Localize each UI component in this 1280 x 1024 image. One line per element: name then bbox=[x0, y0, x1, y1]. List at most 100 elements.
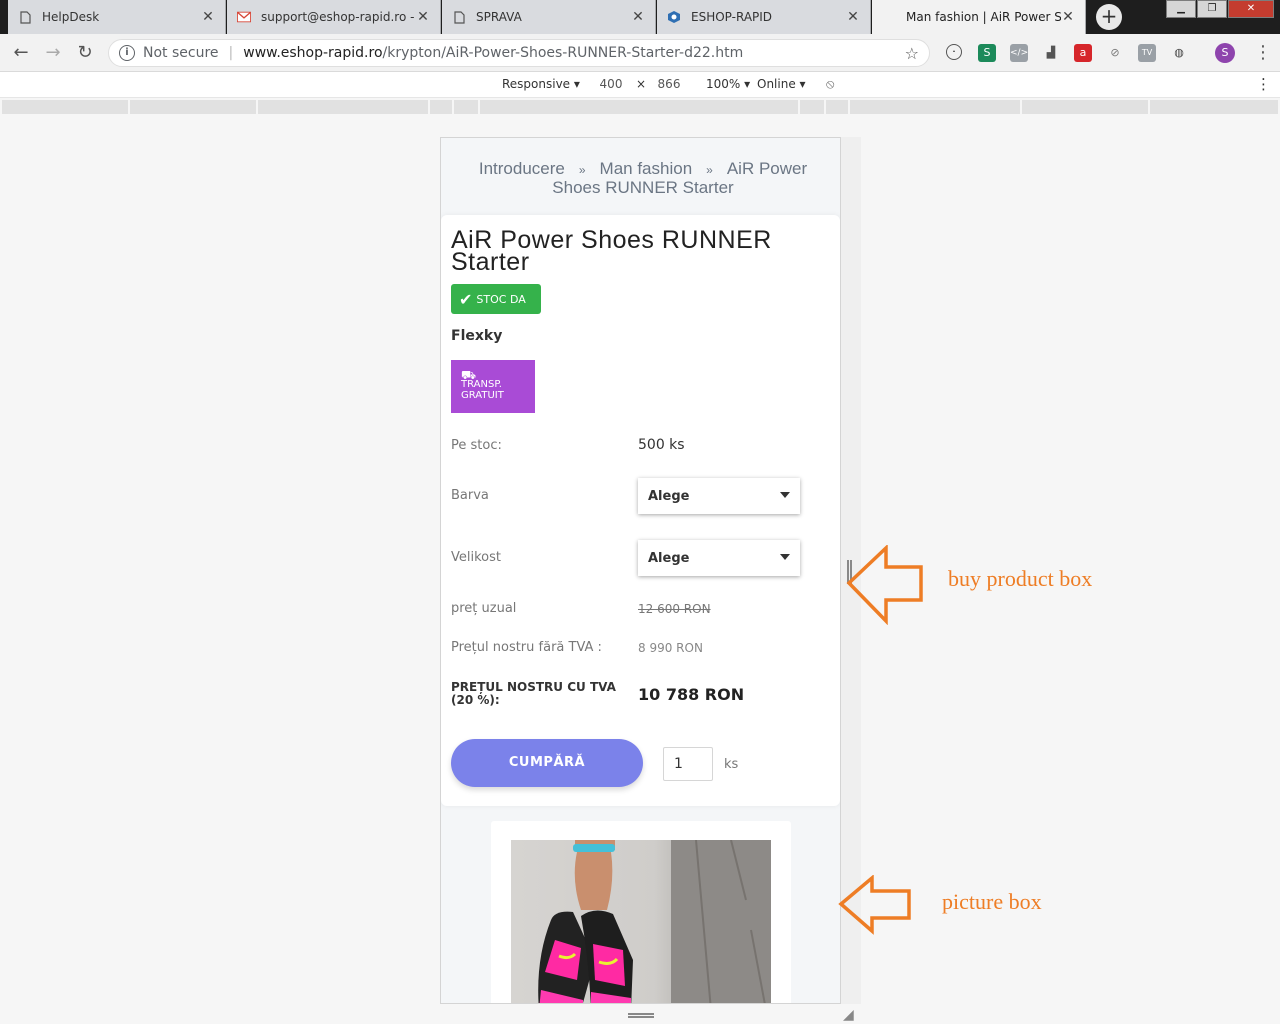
media-query-segment[interactable] bbox=[454, 100, 478, 114]
media-query-segment[interactable] bbox=[800, 100, 824, 114]
usual-price-value: 12 600 RON bbox=[638, 602, 711, 616]
info-icon[interactable]: i bbox=[119, 45, 135, 61]
color-select-value: Alege bbox=[648, 488, 690, 504]
page-icon bbox=[452, 10, 466, 24]
free-shipping-badge: ⛟ TRANSP. GRATUIT bbox=[451, 360, 535, 413]
arrow-left-icon bbox=[838, 875, 911, 935]
media-query-segment[interactable] bbox=[1150, 100, 1278, 114]
extension-icon[interactable]: · bbox=[946, 44, 962, 60]
restore-icon[interactable]: ❐ bbox=[1197, 0, 1227, 18]
tab-eshop-rapid[interactable]: ESHOP-RAPID ✕ bbox=[657, 0, 871, 34]
resize-handle-corner[interactable]: ◢ bbox=[843, 1007, 854, 1023]
annotation-buy-box: buy product box bbox=[948, 566, 1093, 591]
price-vat-label: PREȚUL NOSTRU CU TVA (20 %): bbox=[451, 680, 616, 707]
tab-product-active[interactable]: Man fashion | AiR Power Sho ✕ bbox=[872, 0, 1086, 34]
dimension-times: × bbox=[636, 77, 647, 91]
product-title: AiR Power Shoes RUNNER Starter bbox=[451, 226, 772, 276]
buy-product-box: AiR Power Shoes RUNNER Starter ✔ STOC DA… bbox=[441, 215, 840, 806]
address-bar[interactable]: i Not secure | www.eshop-rapid.ro/krypto… bbox=[108, 39, 930, 67]
resize-handle-bottom[interactable] bbox=[628, 1013, 654, 1018]
close-icon[interactable]: ✕ bbox=[416, 9, 430, 25]
product-photo[interactable] bbox=[511, 840, 771, 1003]
extension-s-icon[interactable]: S bbox=[978, 44, 996, 62]
tab-gmail[interactable]: support@eshop-rapid.ro - M ✕ bbox=[227, 0, 441, 34]
brand-link[interactable]: Flexky bbox=[451, 328, 502, 344]
stock-label: Pe stoc: bbox=[451, 438, 502, 453]
back-arrow-icon[interactable]: ← bbox=[10, 42, 32, 64]
more-options-icon[interactable]: ⋮ bbox=[1256, 75, 1271, 93]
breadcrumb-home[interactable]: Introducere bbox=[479, 159, 565, 178]
tab-label: support@eshop-rapid.ro - M bbox=[261, 10, 416, 24]
width-input[interactable]: 400 bbox=[591, 75, 631, 94]
quantity-input[interactable]: 1 bbox=[663, 747, 713, 781]
gmail-icon bbox=[237, 10, 251, 24]
tv-icon[interactable]: TV bbox=[1138, 44, 1156, 62]
media-query-segment[interactable] bbox=[130, 100, 256, 114]
color-label: Barva bbox=[451, 488, 489, 503]
security-label: Not secure bbox=[143, 45, 219, 61]
price-no-vat-value: 8 990 RON bbox=[638, 641, 703, 655]
height-input[interactable]: 866 bbox=[649, 75, 689, 94]
media-query-segment[interactable] bbox=[2, 100, 128, 114]
annotation-picture-box: picture box bbox=[942, 889, 1042, 914]
avatar[interactable]: S bbox=[1215, 43, 1235, 63]
tab-label: HelpDesk bbox=[42, 10, 100, 24]
tab-helpdesk[interactable]: HelpDesk ✕ bbox=[8, 0, 226, 34]
shipping-line-1: TRANSP. bbox=[461, 379, 502, 390]
puzzle-icon[interactable]: ▟ bbox=[1042, 44, 1060, 62]
bookmark-star-icon[interactable]: ☆ bbox=[905, 44, 919, 63]
url-host: www.eshop-rapid.ro bbox=[243, 45, 383, 61]
close-icon[interactable]: ✕ bbox=[201, 9, 215, 25]
tab-sprava[interactable]: SPRAVA ✕ bbox=[442, 0, 656, 34]
globe-off-icon[interactable]: ⊘ bbox=[1106, 44, 1124, 62]
media-query-segment[interactable] bbox=[430, 100, 452, 114]
size-select[interactable]: Alege bbox=[638, 540, 800, 576]
close-icon[interactable]: ✕ bbox=[1061, 9, 1075, 25]
tab-strip: HelpDesk ✕ support@eshop-rapid.ro - M ✕ … bbox=[0, 0, 1280, 34]
reload-icon[interactable]: ↻ bbox=[74, 42, 96, 64]
checkmark-icon: ✔ bbox=[459, 289, 473, 309]
price-no-vat-label: Prețul nostru fără TVA : bbox=[451, 640, 602, 655]
device-select[interactable]: Responsive ▾ bbox=[502, 77, 580, 91]
picture-box bbox=[491, 821, 791, 1003]
breadcrumb-category[interactable]: Man fashion bbox=[600, 159, 693, 178]
close-icon[interactable]: ✕ bbox=[631, 9, 645, 25]
extension-b-icon[interactable]: a bbox=[1074, 44, 1092, 62]
minimize-icon[interactable]: ▁ bbox=[1166, 0, 1196, 18]
forward-arrow-icon[interactable]: → bbox=[42, 42, 64, 64]
buy-button[interactable]: CUMPĂRĂ bbox=[451, 739, 643, 787]
network-select[interactable]: Online ▾ bbox=[757, 77, 806, 91]
media-query-bar[interactable] bbox=[0, 98, 1280, 116]
shoe-photo-illustration bbox=[538, 840, 771, 1003]
chevron-down-icon bbox=[780, 492, 790, 498]
browser-toolbar: ← → ↻ i Not secure | www.eshop-rapid.ro /… bbox=[0, 34, 1280, 72]
responsive-viewport: Introducere » Man fashion » AiR Power Shoes … bbox=[440, 137, 841, 1004]
media-query-segment[interactable] bbox=[258, 100, 428, 114]
close-window-icon[interactable]: ✕ bbox=[1228, 0, 1274, 18]
quantity-unit: ks bbox=[724, 757, 739, 772]
media-query-segment[interactable] bbox=[480, 100, 798, 114]
zoom-select[interactable]: 100% ▾ bbox=[706, 77, 750, 91]
window-controls: ▁ ❐ ✕ bbox=[1165, 0, 1274, 18]
new-tab-button[interactable]: + bbox=[1096, 4, 1122, 30]
close-icon[interactable]: ✕ bbox=[846, 9, 860, 25]
media-query-segment[interactable] bbox=[826, 100, 848, 114]
size-label: Velikost bbox=[451, 550, 501, 565]
shield-icon bbox=[667, 10, 681, 24]
stock-badge: ✔ STOC DA bbox=[451, 284, 541, 314]
stock-value: 500 ks bbox=[638, 437, 685, 453]
chevron-down-icon bbox=[780, 554, 790, 560]
network-label: Online bbox=[757, 77, 796, 91]
rotate-icon[interactable]: ⦸ bbox=[826, 77, 834, 92]
color-select[interactable]: Alege bbox=[638, 478, 800, 514]
media-query-segment[interactable] bbox=[1022, 100, 1148, 114]
globe-icon[interactable]: ◍ bbox=[1170, 44, 1188, 62]
device-toolbar: Responsive ▾ 400 × 866 100% ▾ Online ▾ ⦸… bbox=[0, 72, 1280, 98]
code-icon[interactable]: </> bbox=[1010, 44, 1028, 62]
menu-icon[interactable]: ⋮ bbox=[1254, 42, 1272, 63]
breadcrumb-separator: » bbox=[706, 163, 713, 177]
breadcrumb: Introducere» Man fashion» AiR Power Shoes … bbox=[453, 160, 833, 196]
size-select-value: Alege bbox=[648, 550, 690, 566]
media-query-segment[interactable] bbox=[850, 100, 1020, 114]
zoom-label: 100% bbox=[706, 77, 741, 91]
